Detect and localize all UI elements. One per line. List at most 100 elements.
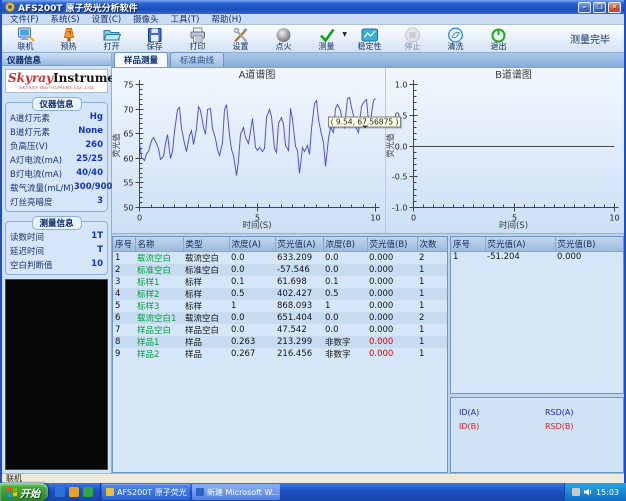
sample-table-row-6[interactable]: 6载流空白1载流空白0.0651.4040.00.0002 xyxy=(113,312,448,324)
sample-cell: 样品空白 xyxy=(135,324,183,336)
tray-device-icon[interactable] xyxy=(572,488,580,496)
svg-text:75: 75 xyxy=(123,81,133,90)
tab-sample-measure[interactable]: 样品测量 xyxy=(114,52,168,67)
toolbar-button-clean[interactable]: 清洗 xyxy=(434,25,477,52)
sample-cell: 载流空白1 xyxy=(135,312,183,324)
toolbar-button-save[interactable]: 保存 xyxy=(133,25,176,52)
sample-table-row-7[interactable]: 7样品空白样品空白0.047.5420.00.0001 xyxy=(113,324,448,336)
sample-cell: 1 xyxy=(229,300,275,312)
sample-table-row-5[interactable]: 5标样3标样1868.09310.0001 xyxy=(113,300,448,312)
toolbar-button-print[interactable]: 打印 xyxy=(176,25,219,52)
toolbar-button-exit[interactable]: 退出 xyxy=(477,25,520,52)
taskbar-task-2[interactable]: 新建 Microsoft W... xyxy=(192,484,280,500)
toolbar-label-online: 联机 xyxy=(18,43,34,51)
sample-cell: 标样3 xyxy=(135,300,183,312)
sample-table-header-5[interactable]: 荧光值(A) xyxy=(275,237,323,252)
sample-table-header-3[interactable]: 类型 xyxy=(183,237,229,252)
reading-table-header-2[interactable]: 荧光值(A) xyxy=(485,237,555,252)
menu-item-6[interactable]: 帮助(H) xyxy=(205,13,247,25)
sample-table-row-2[interactable]: 2标准空白标准空白0.0-57.5460.00.0001 xyxy=(113,264,448,276)
minimize-button[interactable]: – xyxy=(578,2,591,13)
sample-table-header-6[interactable]: 浓度(B) xyxy=(323,237,367,252)
right-column: 序号荧光值(A)荧光值(B) 1-51.2040.000 ID(A) RSD(A… xyxy=(450,236,624,473)
stability-icon xyxy=(361,27,379,43)
toolbar-button-open[interactable]: 打开 xyxy=(90,25,133,52)
sample-table-row-3[interactable]: 3标样1标样0.161.6980.10.0001 xyxy=(113,276,448,288)
menu-item-5[interactable]: 工具(T) xyxy=(165,13,206,25)
quicklaunch-icon-3[interactable] xyxy=(83,487,93,497)
quicklaunch-icon-1[interactable] xyxy=(55,487,65,497)
windows-logo-icon xyxy=(8,488,17,497)
measure-field-value-3: 10 xyxy=(91,259,103,271)
sample-table-row-9[interactable]: 9样品2样品0.267216.456非数字0.0001 xyxy=(113,348,448,360)
measure-field-row-2: 延迟时间T xyxy=(8,244,105,258)
open-icon xyxy=(103,27,121,43)
measure-field-value-1: 1T xyxy=(91,231,103,243)
start-label: 开始 xyxy=(20,485,40,500)
sample-table-header-1[interactable]: 序号 xyxy=(113,237,135,252)
menu-item-1[interactable]: 文件(F) xyxy=(4,13,45,25)
instrument-field-row-4: A灯电流(mA)25/25 xyxy=(8,153,105,167)
toolbar-label-ignite: 点火 xyxy=(276,43,292,51)
start-button[interactable]: 开始 xyxy=(0,483,48,501)
toolbar-button-preheat[interactable]: 预热 xyxy=(47,25,90,52)
menu-item-2[interactable]: 系统(S) xyxy=(45,13,86,25)
reading-table-header-1[interactable]: 序号 xyxy=(451,237,485,252)
sample-cell: 0.0 xyxy=(229,324,275,336)
menu-item-4[interactable]: 摄像头 xyxy=(127,13,165,25)
sample-table-header-4[interactable]: 浓度(A) xyxy=(229,237,275,252)
toolbar-button-measure[interactable]: ▼测量 xyxy=(305,25,348,52)
sample-cell: 7 xyxy=(113,324,135,336)
sample-cell: 0.000 xyxy=(367,300,417,312)
chart-b[interactable]: B道谱图荧光值-1.0-0.50.00.51.00510时间(S) xyxy=(385,68,624,233)
svg-text:0.0: 0.0 xyxy=(395,143,408,152)
dropdown-arrow-icon[interactable]: ▼ xyxy=(342,32,347,38)
svg-text:荧光值: 荧光值 xyxy=(386,134,395,158)
save-icon xyxy=(146,27,164,43)
sample-cell: 47.542 xyxy=(275,324,323,336)
chart-a[interactable]: A道谱图荧光值5055606570750510时间(S)( 9.54, 67.5… xyxy=(112,68,385,233)
brand-logo: SkyrayInstrument SKYRAY INSTRUMENT CO.,L… xyxy=(5,69,108,93)
measure-field-row-1: 读数时间1T xyxy=(8,230,105,244)
sample-table-row-1[interactable]: 1载流空白载流空白0.0633.2090.00.0002 xyxy=(113,252,448,265)
sample-cell: 9 xyxy=(113,348,135,360)
toolbar-button-online[interactable]: 联机 xyxy=(4,25,47,52)
sample-cell: 1 xyxy=(417,336,448,348)
reading-table-row-1[interactable]: 1-51.2040.000 xyxy=(451,252,624,263)
svg-text:-0.5: -0.5 xyxy=(392,173,408,182)
quicklaunch-icon-2[interactable] xyxy=(69,487,79,497)
taskbar: 开始 AFS200T 原子荧光新建 Microsoft W... 15:03 xyxy=(0,483,626,501)
sample-cell: 载流空白 xyxy=(183,252,229,265)
measure-field-row-3: 空白判断值10 xyxy=(8,258,105,272)
sample-cell: 2 xyxy=(113,264,135,276)
sample-table-header-7[interactable]: 荧光值(B) xyxy=(367,237,417,252)
sample-table-row-4[interactable]: 4标样2标样0.5402.4270.50.0001 xyxy=(113,288,448,300)
reading-cell: 0.000 xyxy=(555,252,624,263)
reading-table-header-3[interactable]: 荧光值(B) xyxy=(555,237,624,252)
volume-icon[interactable] xyxy=(584,488,592,496)
rsd-a-label: RSD(A) xyxy=(545,408,615,417)
tab-standard-curve[interactable]: 标准曲线 xyxy=(170,52,224,67)
close-button[interactable]: ✕ xyxy=(608,2,621,13)
quick-launch xyxy=(48,483,101,501)
instrument-info-fields: A道灯元素HgB道灯元素None负高压(V)260A灯电流(mA)25/25B灯… xyxy=(8,111,105,209)
menu-item-3[interactable]: 设置(C) xyxy=(86,13,128,25)
toolbar-button-ignite[interactable]: 点火 xyxy=(262,25,305,52)
clock[interactable]: 15:03 xyxy=(596,488,619,497)
sample-table-header-2[interactable]: 名称 xyxy=(135,237,183,252)
sample-cell: 0.000 xyxy=(367,336,417,348)
sample-cell: 标样 xyxy=(183,288,229,300)
maximize-button[interactable]: ❐ xyxy=(593,2,606,13)
clean-icon xyxy=(447,27,465,43)
rsd-b-label: RSD(B) xyxy=(545,422,615,431)
svg-text:10: 10 xyxy=(370,214,380,223)
svg-text:1.0: 1.0 xyxy=(395,81,408,90)
sample-table-header-8[interactable]: 次数 xyxy=(417,237,448,252)
sample-table-row-8[interactable]: 8样品1样品0.263213.299非数字0.0001 xyxy=(113,336,448,348)
taskbar-task-1[interactable]: AFS200T 原子荧光 xyxy=(102,484,190,500)
toolbar-label-clean: 清洗 xyxy=(448,43,464,51)
sample-cell: 样品1 xyxy=(135,336,183,348)
toolbar-button-stability[interactable]: 稳定性 xyxy=(348,25,391,52)
main-area: 样品测量 标准曲线 A道谱图荧光值5055606570750510时间(S)( … xyxy=(112,53,624,473)
toolbar-button-settings[interactable]: 设置 xyxy=(219,25,262,52)
